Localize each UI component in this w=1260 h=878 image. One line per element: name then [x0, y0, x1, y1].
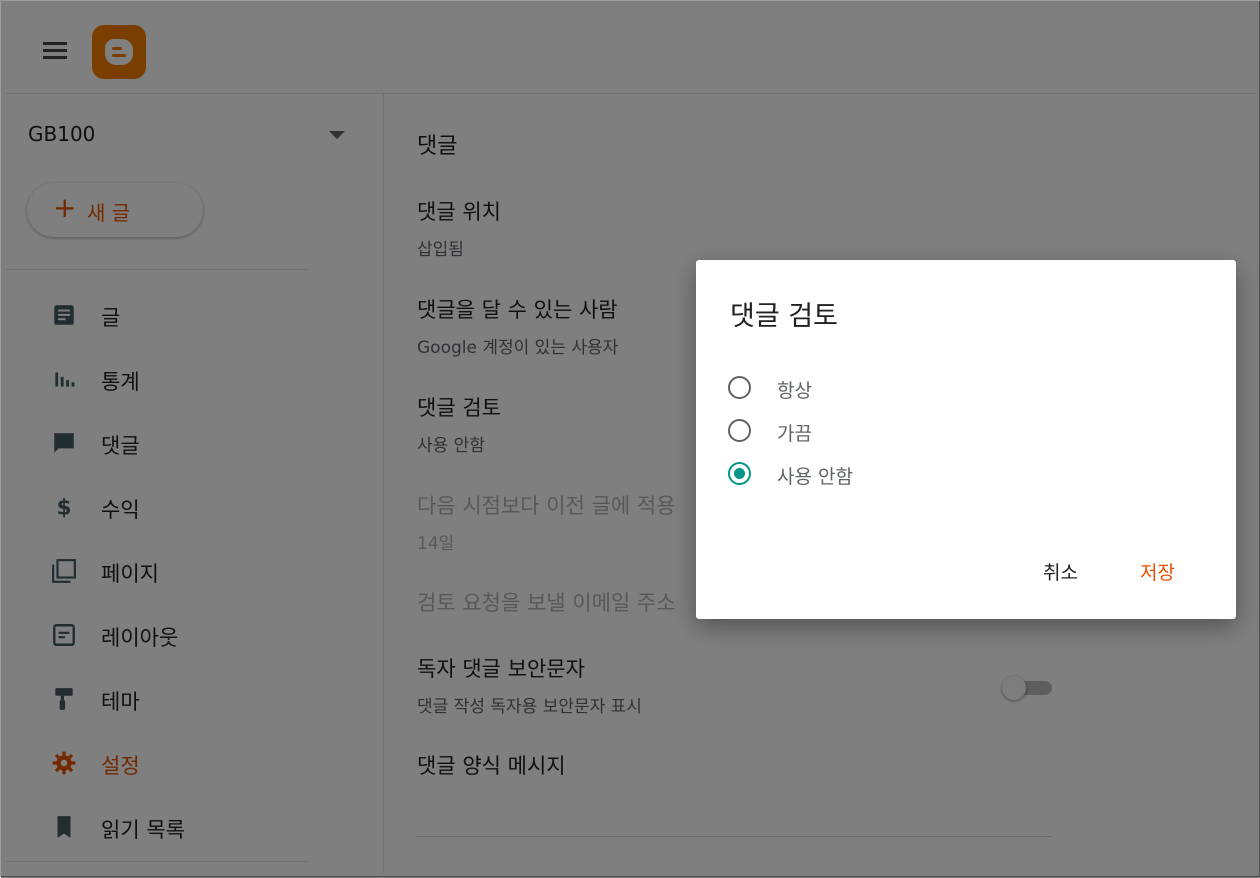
radio-option-sometimes[interactable]: 가끔 [727, 417, 1027, 447]
radio-label: 사용 안함 [777, 466, 853, 488]
radio-unchecked-icon[interactable] [728, 419, 751, 442]
cancel-button[interactable]: 취소 [1043, 558, 1078, 585]
save-button[interactable]: 저장 [1140, 558, 1175, 585]
radio-checked-icon[interactable] [728, 462, 751, 485]
radio-option-always[interactable]: 항상 [727, 374, 1027, 404]
app-frame: GB100 + 새 글 글 통계 댓글 $ 수익 페이지 레이아웃 [0, 0, 1260, 878]
radio-unchecked-icon[interactable] [728, 376, 751, 399]
dialog-title: 댓글 검토 [730, 301, 838, 332]
radio-label: 항상 [777, 380, 812, 402]
radio-label: 가끔 [777, 423, 812, 445]
comment-moderation-dialog: 댓글 검토 항상 가끔 사용 안함 취소 저장 [696, 260, 1236, 619]
radio-option-never[interactable]: 사용 안함 [727, 460, 1027, 490]
